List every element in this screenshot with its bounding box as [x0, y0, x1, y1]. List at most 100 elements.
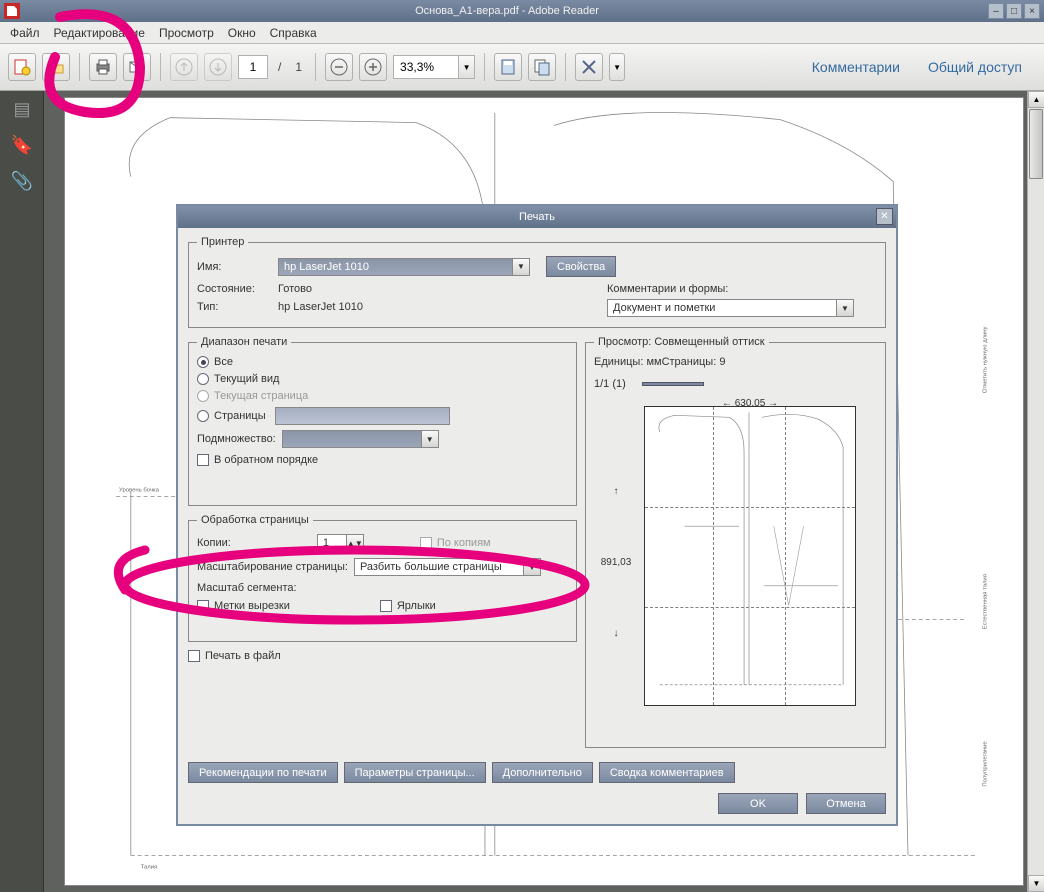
page-number-input[interactable]	[238, 55, 268, 79]
prev-page-icon[interactable]	[170, 53, 198, 81]
menu-edit[interactable]: Редактирование	[54, 26, 145, 40]
range-currentview-radio[interactable]	[197, 373, 209, 385]
adobe-reader-icon	[4, 3, 20, 19]
zoom-out-icon[interactable]	[325, 53, 353, 81]
copies-spinner-btn-icon[interactable]: ▲▼	[347, 534, 364, 552]
nav-sidebar: ▤ 🔖 📎	[0, 91, 44, 892]
open-icon[interactable]	[42, 53, 70, 81]
print-tips-button[interactable]: Рекомендации по печати	[188, 762, 338, 783]
vertical-scrollbar[interactable]: ▲ ▼	[1027, 91, 1044, 892]
printer-name-combo-btn-icon[interactable]: ▼	[513, 258, 530, 276]
labels-check[interactable]	[380, 600, 392, 612]
menu-window[interactable]: Окно	[228, 26, 256, 40]
printer-status-label: Состояние:	[197, 283, 272, 295]
email-icon[interactable]	[123, 53, 151, 81]
labels-label: Ярлыки	[397, 600, 436, 612]
create-pdf-icon[interactable]	[8, 53, 36, 81]
range-currentpage-label: Текущая страница	[214, 390, 308, 402]
next-page-icon[interactable]	[204, 53, 232, 81]
scroll-up-icon[interactable]: ▲	[1028, 91, 1044, 108]
printer-properties-button[interactable]: Свойства	[546, 256, 616, 277]
comment-summary-button[interactable]: Сводка комментариев	[599, 762, 735, 783]
page-separator: /	[278, 60, 281, 74]
preview-thumbnail	[644, 406, 856, 706]
svg-text:Отметить нужную длину: Отметить нужную длину	[983, 326, 989, 393]
ok-button[interactable]: OK	[718, 793, 798, 814]
preview-fieldset: Просмотр: Совмещенный оттиск Единицы: мм…	[585, 336, 886, 748]
window-titlebar: Основа_А1-вера.pdf - Adobe Reader – □ ×	[0, 0, 1044, 22]
comments-forms-combo[interactable]: Документ и пометки	[607, 299, 837, 317]
handling-legend: Обработка страницы	[197, 514, 313, 526]
cancel-button[interactable]: Отмена	[806, 793, 886, 814]
crop-marks-check[interactable]	[197, 600, 209, 612]
page-total: 1	[295, 60, 302, 74]
zoom-dropdown-icon[interactable]: ▼	[459, 55, 475, 79]
range-currentview-label: Текущий вид	[214, 373, 279, 385]
convert-icon[interactable]	[528, 53, 556, 81]
range-pages-label: Страницы	[214, 410, 266, 422]
minimize-button[interactable]: –	[988, 3, 1004, 19]
dialog-titlebar: Печать ✕	[178, 206, 896, 228]
print-range-fieldset: Диапазон печати Все Текущий вид Текущая …	[188, 336, 577, 506]
zoom-input[interactable]	[393, 55, 459, 79]
menubar: Файл Редактирование Просмотр Окно Справк…	[0, 22, 1044, 44]
read-mode-dropdown-icon[interactable]: ▼	[609, 53, 625, 81]
copies-label: Копии:	[197, 537, 231, 549]
preview-units: Единицы: ммСтраницы: 9	[594, 356, 877, 368]
label-waist: Талия	[141, 864, 158, 870]
maximize-button[interactable]: □	[1006, 3, 1022, 19]
print-to-file-check[interactable]	[188, 650, 200, 662]
crop-marks-label: Метки вырезки	[214, 600, 290, 612]
attachments-icon[interactable]: 📎	[0, 163, 44, 199]
scroll-thumb[interactable]	[1029, 109, 1043, 179]
scaling-combo[interactable]: Разбить большие страницы	[354, 558, 524, 576]
printer-status-value: Готово	[278, 283, 312, 295]
scroll-down-icon[interactable]: ▼	[1028, 875, 1044, 892]
preview-zoom-slider[interactable]	[642, 382, 704, 386]
dialog-title: Печать	[519, 211, 555, 223]
window-title: Основа_А1-вера.pdf - Adobe Reader	[26, 5, 988, 17]
range-subset-label: Подмножество:	[197, 433, 276, 445]
range-all-radio[interactable]	[197, 356, 209, 368]
range-reverse-label: В обратном порядке	[214, 454, 318, 466]
zoom-in-icon[interactable]	[359, 53, 387, 81]
printer-legend: Принтер	[197, 236, 248, 248]
preview-height: 891,03	[601, 557, 632, 568]
range-currentpage-radio[interactable]	[197, 390, 209, 402]
preview-legend: Просмотр: Совмещенный оттиск	[594, 336, 769, 348]
range-pages-radio[interactable]	[197, 410, 209, 422]
scaling-label: Масштабирование страницы:	[197, 561, 348, 573]
page-handling-fieldset: Обработка страницы Копии: 1 ▲▼ По копиям…	[188, 514, 577, 642]
share-link[interactable]: Общий доступ	[914, 53, 1036, 81]
range-subset-combo[interactable]	[282, 430, 422, 448]
label-side: Уровень бочка	[119, 488, 160, 494]
bookmarks-icon[interactable]: 🔖	[0, 127, 44, 163]
menu-help[interactable]: Справка	[270, 26, 317, 40]
preview-page-indicator: 1/1 (1)	[594, 378, 626, 390]
save-icon[interactable]	[494, 53, 522, 81]
range-pages-input[interactable]	[275, 407, 450, 425]
menu-file[interactable]: Файл	[10, 26, 40, 40]
range-reverse-check[interactable]	[197, 454, 209, 466]
dialog-close-icon[interactable]: ✕	[876, 208, 893, 225]
range-subset-combo-btn-icon[interactable]: ▼	[422, 430, 439, 448]
svg-text:Полуприлегание: Полуприлегание	[983, 741, 989, 787]
comments-link[interactable]: Комментарии	[798, 53, 914, 81]
menu-view[interactable]: Просмотр	[159, 26, 214, 40]
copies-spinner[interactable]: 1	[317, 534, 347, 552]
thumbnails-icon[interactable]: ▤	[0, 91, 44, 127]
read-mode-icon[interactable]	[575, 53, 603, 81]
print-dialog: Печать ✕ Принтер Имя: hp LaserJet 1010 ▼…	[176, 204, 898, 826]
page-setup-button[interactable]: Параметры страницы...	[344, 762, 486, 783]
comments-forms-combo-btn-icon[interactable]: ▼	[837, 299, 854, 317]
close-button[interactable]: ×	[1024, 3, 1040, 19]
advanced-button[interactable]: Дополнительно	[492, 762, 593, 783]
printer-type-value: hp LaserJet 1010	[278, 301, 363, 313]
printer-name-combo[interactable]: hp LaserJet 1010	[278, 258, 513, 276]
collate-check	[420, 537, 432, 549]
printer-fieldset: Принтер Имя: hp LaserJet 1010 ▼ Свойства…	[188, 236, 886, 328]
print-to-file-label: Печать в файл	[205, 650, 281, 662]
main-toolbar: / 1 ▼ ▼ Комментарии Общий доступ	[0, 44, 1044, 91]
print-icon[interactable]	[89, 53, 117, 81]
scaling-combo-btn-icon[interactable]: ▼	[524, 558, 541, 576]
